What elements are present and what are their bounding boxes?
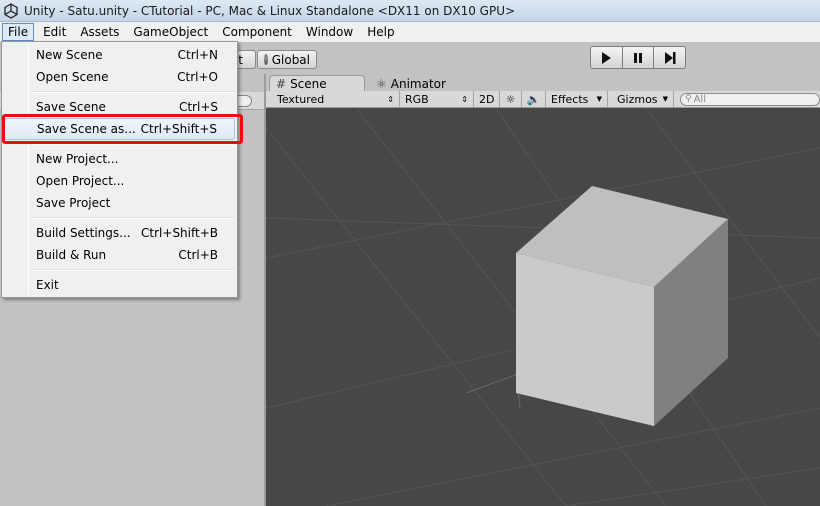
global-label: Global [271, 52, 310, 67]
window-title: Unity - Satu.unity - CTutorial - PC, Mac… [24, 3, 516, 18]
menu-help[interactable]: Help [360, 23, 401, 41]
menu-item-shortcut: Ctrl+S [178, 100, 218, 114]
menu-item-open-project[interactable]: Open Project... [4, 170, 235, 192]
chevron-down-icon: ▼ [662, 95, 668, 103]
audio-toggle[interactable]: 🔈 [522, 90, 546, 108]
menu-item-label: New Project... [36, 152, 119, 166]
gizmos-label: Gizmos [617, 92, 658, 106]
chevron-down-icon: ▼ [596, 95, 602, 103]
animator-icon: ⚛ [376, 76, 387, 91]
menu-item-exit[interactable]: Exit [4, 274, 235, 296]
menu-item-shortcut: Ctrl+B [178, 248, 218, 262]
dropdown-arrows-icon: ⇕ [387, 94, 394, 104]
menu-item-open-scene[interactable]: Open Scene Ctrl+O [4, 66, 235, 88]
color-mode-value: RGB [405, 92, 429, 106]
search-icon: ⚲ [685, 94, 692, 104]
view-tabs: # Scene ⚛ Animator [266, 74, 820, 92]
menu-item-save-project[interactable]: Save Project [4, 192, 235, 214]
tab-scene[interactable]: # Scene [269, 75, 365, 92]
menu-item-label: Build Settings... [36, 226, 131, 240]
play-icon [602, 51, 612, 64]
menu-assets[interactable]: Assets [73, 23, 126, 41]
tab-animator-label: Animator [390, 76, 446, 91]
menu-item-build-settings[interactable]: Build Settings... Ctrl+Shift+B [4, 222, 235, 244]
file-menu-dropdown: New Scene Ctrl+N Open Scene Ctrl+O Save … [1, 41, 238, 298]
unity-logo-icon [4, 2, 18, 19]
tab-scene-label: Scene [290, 77, 327, 91]
menu-item-label: Save Project [36, 196, 111, 210]
color-mode-dropdown[interactable]: RGB ⇕ [400, 90, 474, 108]
sun-icon: ☼ [505, 92, 516, 106]
scene-search-input[interactable]: ⚲ All [680, 92, 820, 106]
title-bar: Unity - Satu.unity - CTutorial - PC, Mac… [0, 0, 820, 22]
scene-viewport[interactable] [266, 108, 820, 506]
scene-canvas [266, 108, 820, 506]
playback-controls [590, 46, 687, 69]
menu-item-label: Build & Run [36, 248, 107, 262]
menu-separator [32, 269, 235, 271]
menu-edit[interactable]: Edit [36, 23, 73, 41]
menu-separator [32, 91, 235, 93]
menu-item-label: Open Project... [36, 174, 125, 188]
menu-item-shortcut: Ctrl+N [177, 48, 218, 62]
menu-item-new-scene[interactable]: New Scene Ctrl+N [4, 44, 235, 66]
scene-controls-bar: Textured ⇕ RGB ⇕ 2D ☼ 🔈 Effects ▼ Gizmos… [266, 90, 820, 108]
speaker-icon: 🔈 [526, 92, 541, 106]
menu-file[interactable]: File [2, 23, 35, 41]
effects-dropdown[interactable]: Effects ▼ [546, 90, 608, 108]
cube[interactable] [516, 186, 728, 426]
toggle-2d-label: 2D [479, 92, 495, 106]
menu-item-label: Save Scene [36, 100, 106, 114]
effects-label: Effects [551, 92, 589, 106]
tab-animator[interactable]: ⚛ Animator [370, 75, 454, 92]
menu-item-label: New Scene [36, 48, 103, 62]
menu-bar: File Edit Assets GameObject Component Wi… [0, 22, 820, 42]
menu-item-shortcut: Ctrl+Shift+B [141, 226, 218, 240]
lighting-toggle[interactable]: ☼ [500, 90, 522, 108]
pause-icon [634, 52, 642, 63]
render-mode-value: Textured [277, 92, 325, 106]
menu-item-label: Open Scene [36, 70, 109, 84]
menu-component[interactable]: Component [215, 23, 299, 41]
menu-window[interactable]: Window [299, 23, 360, 41]
menu-gameobject[interactable]: GameObject [126, 23, 215, 41]
annotation-highlight-box [2, 114, 243, 144]
menu-separator [32, 217, 235, 219]
menu-item-label: Exit [36, 278, 59, 292]
menu-item-build-and-run[interactable]: Build & Run Ctrl+B [4, 244, 235, 266]
menu-item-new-project[interactable]: New Project... [4, 148, 235, 170]
globe-icon [264, 54, 268, 65]
toggle-2d-button[interactable]: 2D [474, 90, 500, 108]
step-icon [664, 51, 676, 64]
render-mode-dropdown[interactable]: Textured ⇕ [272, 90, 400, 108]
global-button[interactable]: Global [257, 50, 317, 69]
pause-button[interactable] [622, 46, 655, 69]
menu-item-shortcut: Ctrl+O [177, 70, 218, 84]
play-button[interactable] [590, 46, 623, 69]
gizmos-dropdown[interactable]: Gizmos ▼ [612, 90, 674, 108]
step-button[interactable] [654, 46, 687, 69]
grid-icon: # [276, 77, 287, 91]
scene-search-placeholder: All [693, 93, 706, 105]
dropdown-arrows-icon: ⇕ [461, 94, 468, 104]
